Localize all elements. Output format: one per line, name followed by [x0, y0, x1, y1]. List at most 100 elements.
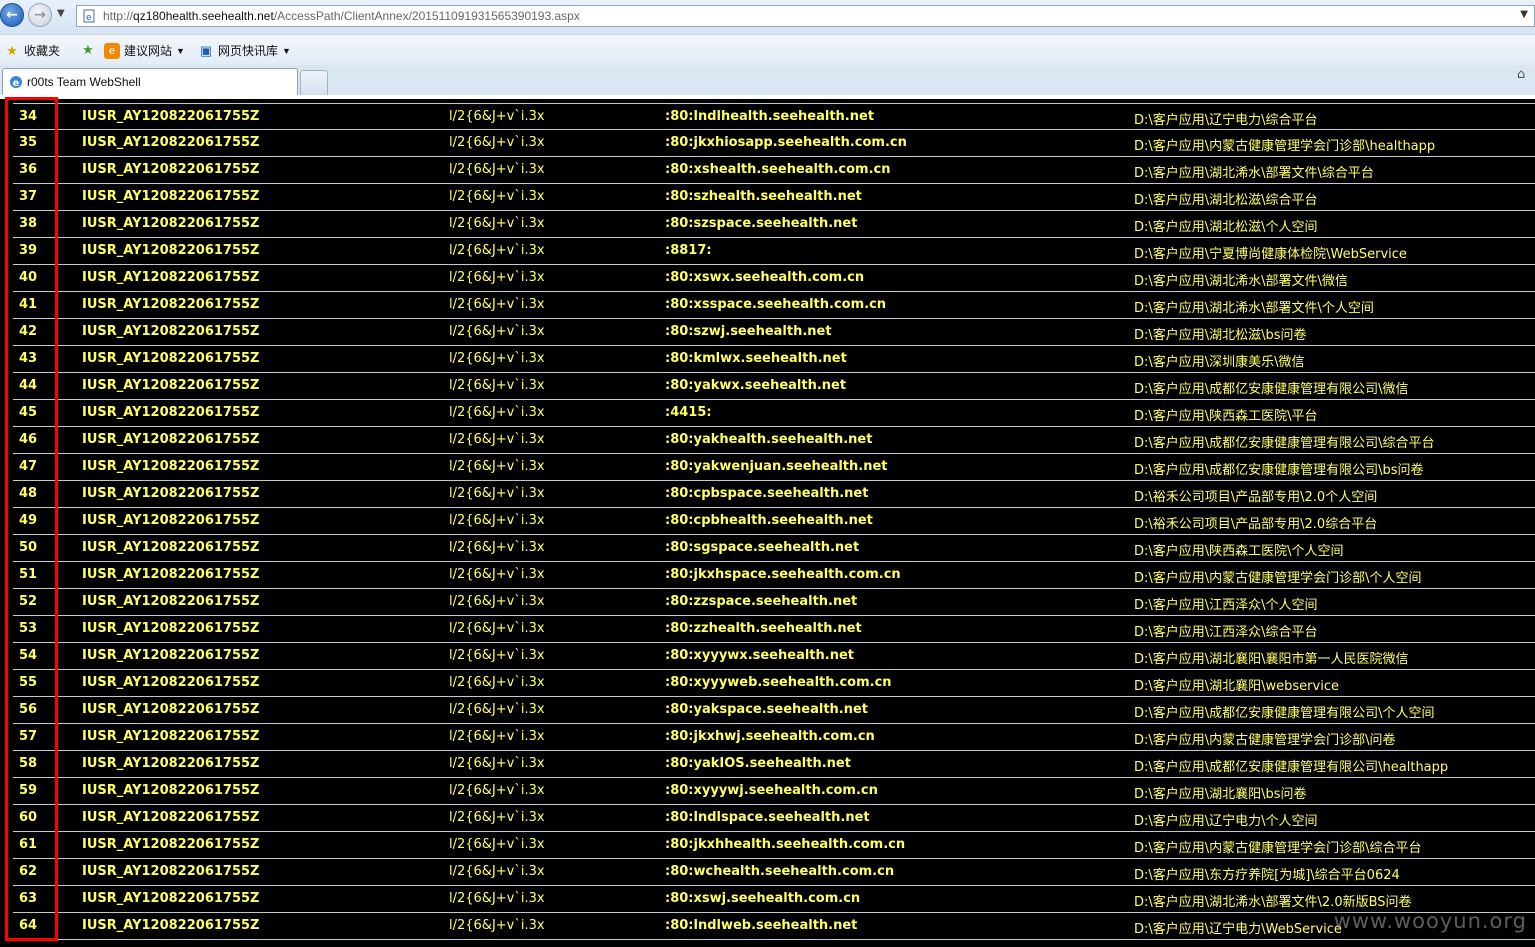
- row-user: IUSR_AY120822061755Z: [82, 918, 260, 933]
- url-text: http://qz180health.seehealth.net/AccessP…: [103, 9, 580, 23]
- navigation-bar: ← → ▼ e http://qz180health.seehealth.net…: [0, 0, 1535, 34]
- row-path: D:\客户应用\湖北松滋\综合平台: [1134, 193, 1318, 208]
- table-row: 45 IUSR_AY120822061755Z l/2{6&J+v`i.3x:441…: [13, 400, 1535, 427]
- row-user: IUSR_AY120822061755Z: [82, 783, 260, 798]
- table-row: 52 IUSR_AY120822061755Z l/2{6&J+v`i.3x:80:…: [13, 589, 1535, 616]
- row-path: D:\客户应用\湖北浠水\部署文件\综合平台: [1134, 166, 1374, 181]
- forward-button[interactable]: →: [28, 3, 52, 27]
- row-user: IUSR_AY120822061755Z: [82, 432, 260, 447]
- url-dropdown-icon[interactable]: ▼: [1520, 9, 1528, 20]
- row-user: IUSR_AY120822061755Z: [82, 162, 260, 177]
- table-row: 38 IUSR_AY120822061755Z l/2{6&J+v`i.3x:80:…: [13, 211, 1535, 238]
- row-user: IUSR_AY120822061755Z: [82, 594, 260, 609]
- browser-chrome: ← → ▼ e http://qz180health.seehealth.net…: [0, 0, 1535, 99]
- add-favorite-button[interactable]: ★: [80, 42, 100, 58]
- tab-title: r00ts Team WebShell: [27, 75, 141, 89]
- row-path: D:\客户应用\成都亿安康健康管理有限公司\healthapp: [1134, 760, 1449, 775]
- row-binding: :80:lndlhealth.seehealth.net: [665, 109, 875, 124]
- row-user: IUSR_AY120822061755Z: [82, 486, 260, 501]
- row-password: l/2{6&J+v`i.3x: [449, 837, 545, 852]
- row-path: D:\客户应用\成都亿安康健康管理有限公司\微信: [1134, 382, 1409, 397]
- ie-tab-icon: e: [10, 76, 22, 89]
- history-dropdown-icon[interactable]: ▼: [57, 8, 65, 19]
- back-button[interactable]: ←: [0, 3, 24, 27]
- table-row: 63 IUSR_AY120822061755Z l/2{6&J+v`i.3x:80:…: [13, 886, 1535, 913]
- row-user: IUSR_AY120822061755Z: [82, 621, 260, 636]
- row-user: IUSR_AY120822061755Z: [82, 109, 260, 124]
- row-binding: :80:yakspace.seehealth.net: [665, 702, 869, 717]
- row-binding: :80:xyyywj.seehealth.com.cn: [665, 783, 878, 798]
- row-binding: :80:yakhealth.seehealth.net: [665, 432, 873, 447]
- row-user: IUSR_AY120822061755Z: [82, 513, 260, 528]
- row-binding: :80:szspace.seehealth.net: [665, 216, 858, 231]
- row-binding: :80:jkxhiosapp.seehealth.com.cn: [665, 135, 907, 150]
- row-password: l/2{6&J+v`i.3x: [449, 864, 545, 879]
- address-bar[interactable]: e http://qz180health.seehealth.net/Acces…: [76, 5, 1535, 27]
- row-binding: :80:jkxhhealth.seehealth.com.cn: [665, 837, 906, 852]
- table-row: 60 IUSR_AY120822061755Z l/2{6&J+v`i.3x:80:…: [13, 805, 1535, 832]
- favorites-bar: ★ 收藏夹 ★ e 建议网站 ▼ ▣ 网页快讯库 ▼: [0, 34, 1535, 66]
- table-row: 46 IUSR_AY120822061755Z l/2{6&J+v`i.3x:80:…: [13, 427, 1535, 454]
- row-binding: :80:cpbhealth.seehealth.net: [665, 513, 873, 528]
- row-password: l/2{6&J+v`i.3x: [449, 405, 545, 420]
- fav-item-label: 网页快讯库: [218, 44, 279, 58]
- row-password: l/2{6&J+v`i.3x: [449, 540, 545, 555]
- row-password: l/2{6&J+v`i.3x: [449, 378, 545, 393]
- table-row: 54 IUSR_AY120822061755Z l/2{6&J+v`i.3x:80:…: [13, 643, 1535, 670]
- row-path: D:\客户应用\湖北浠水\部署文件\微信: [1134, 274, 1348, 289]
- row-binding: :80:lndlweb.seehealth.net: [665, 918, 858, 933]
- table-row: 43 IUSR_AY120822061755Z l/2{6&J+v`i.3x:80:…: [13, 346, 1535, 373]
- web-slice-icon: ▣: [199, 42, 213, 58]
- new-tab-button[interactable]: [300, 70, 328, 95]
- row-binding: :80:szwj.seehealth.net: [665, 324, 832, 339]
- row-user: IUSR_AY120822061755Z: [82, 351, 260, 366]
- chevron-down-icon: ▼: [282, 45, 291, 56]
- table-row: 34 IUSR_AY120822061755Z l/2{6&J+v`i.3x:80:…: [13, 103, 1535, 130]
- row-user: IUSR_AY120822061755Z: [82, 216, 260, 231]
- table-row: 41 IUSR_AY120822061755Z l/2{6&J+v`i.3x:80:…: [13, 292, 1535, 319]
- row-password: l/2{6&J+v`i.3x: [449, 567, 545, 582]
- forward-arrow-icon: →: [34, 7, 46, 23]
- fav-item-label: 建议网站: [124, 44, 173, 58]
- favorites-button[interactable]: ★ 收藏夹: [4, 42, 60, 59]
- row-path: D:\客户应用\辽宁电力\WebService: [1134, 922, 1342, 937]
- row-binding: :80:kmlwx.seehealth.net: [665, 351, 847, 366]
- row-user: IUSR_AY120822061755Z: [82, 837, 260, 852]
- row-password: l/2{6&J+v`i.3x: [449, 621, 545, 636]
- tab-webshell[interactable]: e r00ts Team WebShell: [2, 68, 298, 95]
- row-binding: :80:yakwenjuan.seehealth.net: [665, 459, 888, 474]
- home-icon[interactable]: ⌂: [1517, 67, 1533, 85]
- row-binding: :4415:: [665, 405, 712, 420]
- row-path: D:\客户应用\成都亿安康健康管理有限公司\个人空间: [1134, 706, 1435, 721]
- row-password: l/2{6&J+v`i.3x: [449, 918, 545, 933]
- row-password: l/2{6&J+v`i.3x: [449, 324, 545, 339]
- table-row: 56 IUSR_AY120822061755Z l/2{6&J+v`i.3x:80:…: [13, 697, 1535, 724]
- row-password: l/2{6&J+v`i.3x: [449, 109, 545, 124]
- row-password: l/2{6&J+v`i.3x: [449, 459, 545, 474]
- row-binding: :80:xsspace.seehealth.com.cn: [665, 297, 887, 312]
- fav-item-suggested-sites[interactable]: e 建议网站 ▼: [104, 42, 185, 59]
- row-binding: :80:xswj.seehealth.com.cn: [665, 891, 861, 906]
- row-password: l/2{6&J+v`i.3x: [449, 648, 545, 663]
- table-row: 47 IUSR_AY120822061755Z l/2{6&J+v`i.3x:80:…: [13, 454, 1535, 481]
- row-path: D:\客户应用\内蒙古健康管理学会门诊部\综合平台: [1134, 841, 1422, 856]
- row-password: l/2{6&J+v`i.3x: [449, 135, 545, 150]
- row-user: IUSR_AY120822061755Z: [82, 648, 260, 663]
- row-path: D:\客户应用\湖北松滋\个人空间: [1134, 220, 1318, 235]
- row-path: D:\客户应用\辽宁电力\综合平台: [1134, 113, 1318, 128]
- row-path: D:\客户应用\深圳康美乐\微信: [1134, 355, 1305, 370]
- row-password: l/2{6&J+v`i.3x: [449, 486, 545, 501]
- fav-item-web-slice-gallery[interactable]: ▣ 网页快讯库 ▼: [198, 42, 291, 59]
- chevron-down-icon: ▼: [176, 45, 185, 56]
- row-path: D:\客户应用\湖北松滋\bs问卷: [1134, 328, 1307, 343]
- row-binding: :80:zzspace.seehealth.net: [665, 594, 858, 609]
- row-binding: :80:cpbspace.seehealth.net: [665, 486, 869, 501]
- row-path: D:\客户应用\内蒙古健康管理学会门诊部\个人空间: [1134, 571, 1422, 586]
- row-user: IUSR_AY120822061755Z: [82, 243, 260, 258]
- svg-text:e: e: [86, 13, 92, 23]
- row-password: l/2{6&J+v`i.3x: [449, 756, 545, 771]
- table-row: 62 IUSR_AY120822061755Z l/2{6&J+v`i.3x:80:…: [13, 859, 1535, 886]
- row-password: l/2{6&J+v`i.3x: [449, 783, 545, 798]
- suggested-sites-icon: e: [104, 42, 120, 59]
- url-prefix: http://: [103, 9, 134, 23]
